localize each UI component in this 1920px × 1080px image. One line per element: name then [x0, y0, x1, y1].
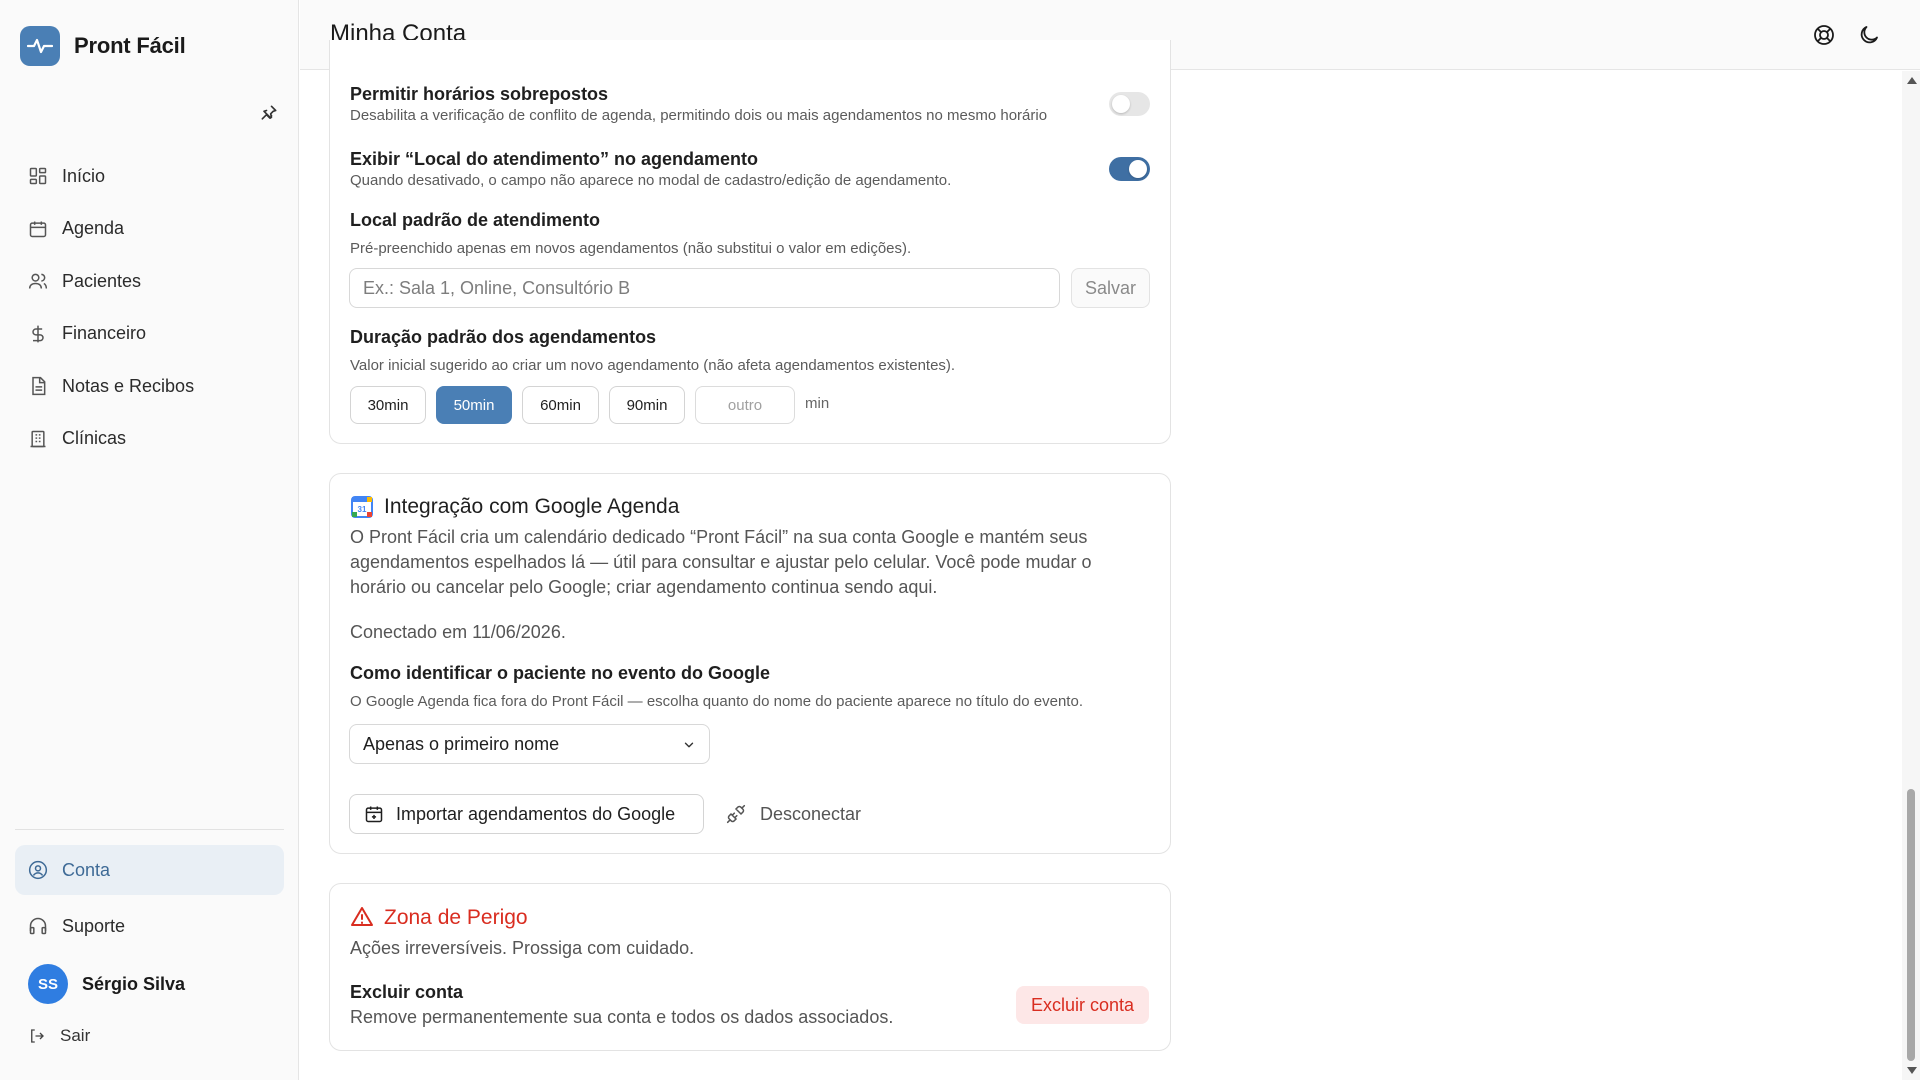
sidebar-divider: [15, 829, 284, 830]
toggle-knob: [1112, 95, 1130, 113]
unplug-icon: [726, 804, 746, 824]
user-profile[interactable]: SS Sérgio Silva: [28, 964, 185, 1004]
scroll-up-arrow-icon[interactable]: [1907, 77, 1917, 84]
sidebar-item-agenda[interactable]: Agenda: [15, 203, 284, 256]
toggle-knob: [1129, 160, 1147, 178]
google-description-line-2: agendamentos espelhados lá — útil para c…: [350, 552, 1092, 572]
sidebar-item-label: Clínicas: [62, 428, 127, 449]
headphones-icon: [29, 917, 47, 935]
delete-account-button[interactable]: Excluir conta: [1016, 986, 1149, 1024]
calendar-icon: [29, 221, 47, 237]
brand[interactable]: Pront Fácil: [20, 26, 186, 66]
show-location-setting-help: Quando desativado, o campo não aparece n…: [350, 172, 952, 189]
duration-custom-input[interactable]: outro: [695, 386, 795, 424]
main-scrollbar[interactable]: [1902, 71, 1920, 1080]
identify-patient-help: O Google Agenda fica fora do Pront Fácil…: [350, 693, 1083, 710]
logout-label: Sair: [60, 1026, 91, 1045]
duration-option-30min[interactable]: 30min: [350, 386, 426, 424]
show-location-setting-title: Exibir “Local do atendimento” no agendam…: [350, 149, 759, 169]
sidebar-item-label: Agenda: [62, 218, 125, 239]
sidebar-item-notas-e-recibos[interactable]: Notas e Recibos: [15, 360, 284, 413]
avatar: SS: [28, 964, 68, 1004]
sidebar-nav: Início Agenda Pacientes Financeiro Notas…: [15, 150, 284, 465]
chevron-down-icon: [684, 742, 694, 748]
logout-icon: [31, 1029, 44, 1043]
google-description-line-3: horário ou cancelar pelo Google; criar a…: [350, 577, 938, 597]
delete-account-help: Remove permanentemente sua conta e todos…: [350, 1007, 894, 1027]
sidebar-item-clinicas[interactable]: Clínicas: [15, 413, 284, 466]
disconnect-button[interactable]: Desconectar: [726, 794, 861, 834]
danger-zone-subtitle: Ações irreversíveis. Prossiga com cuidad…: [350, 938, 695, 958]
sidebar-item-financeiro[interactable]: Financeiro: [15, 308, 284, 361]
document-icon: [32, 377, 46, 396]
google-integration-title: Integração com Google Agenda: [384, 495, 680, 518]
danger-zone-title: Zona de Perigo: [384, 906, 528, 929]
warning-triangle-icon: [350, 905, 374, 929]
user-circle-icon: [28, 860, 48, 880]
grid-icon: [29, 168, 47, 185]
default-location-help: Pré-preenchido apenas em novos agendamen…: [350, 240, 912, 257]
select-value: Apenas o primeiro nome: [363, 733, 560, 754]
overlap-setting-title: Permitir horários sobrepostos: [350, 84, 609, 104]
sidebar-item-label: Financeiro: [62, 323, 147, 344]
help-lifebuoy-icon[interactable]: [1812, 23, 1836, 47]
default-location-title: Local padrão de atendimento: [350, 210, 601, 230]
google-connected-status: Conectado em 11/06/2026.: [350, 622, 566, 642]
import-google-button[interactable]: Importar agendamentos do Google: [349, 794, 704, 834]
scroll-down-arrow-icon[interactable]: [1907, 1067, 1917, 1074]
dark-mode-moon-icon[interactable]: [1857, 23, 1881, 47]
app-name: Pront Fácil: [74, 33, 186, 58]
dollar-icon: [32, 325, 44, 343]
duration-option-60min[interactable]: 60min: [522, 386, 599, 424]
sidebar-item-inicio[interactable]: Início: [15, 150, 284, 203]
svg-text:31: 31: [358, 505, 367, 514]
pulse-logo-icon: [20, 26, 60, 66]
pin-icon[interactable]: [259, 103, 279, 123]
sidebar: Pront Fácil Início Agenda Pacientes Fina…: [0, 0, 299, 1080]
default-duration-help: Valor inicial sugerido ao criar um novo …: [350, 357, 956, 374]
duration-option-50min[interactable]: 50min: [436, 386, 512, 424]
google-description-line-1: O Pront Fácil cria um calendário dedicad…: [350, 527, 1088, 547]
default-location-input[interactable]: [349, 268, 1060, 308]
google-calendar-icon: 31: [351, 496, 373, 518]
disconnect-label: Desconectar: [760, 803, 862, 824]
sidebar-item-label: Conta: [62, 859, 111, 880]
import-google-label: Importar agendamentos do Google: [396, 803, 676, 824]
user-name: Sérgio Silva: [82, 973, 186, 994]
users-icon: [28, 273, 48, 289]
default-duration-title: Duração padrão dos agendamentos: [350, 327, 657, 347]
sidebar-item-label: Suporte: [62, 915, 126, 936]
identify-patient-title: Como identificar o paciente no evento do…: [350, 663, 771, 683]
sidebar-item-label: Pacientes: [62, 270, 142, 291]
patient-name-format-select[interactable]: Apenas o primeiro nome: [349, 724, 710, 764]
logout-button[interactable]: Sair: [28, 1026, 90, 1046]
show-location-toggle[interactable]: [1109, 157, 1150, 181]
sidebar-item-conta[interactable]: Conta: [15, 845, 284, 895]
overlap-setting-help: Desabilita a verificação de conflito de …: [350, 107, 1048, 124]
save-location-button[interactable]: Salvar: [1071, 268, 1150, 308]
sidebar-item-pacientes[interactable]: Pacientes: [15, 255, 284, 308]
scrollbar-thumb[interactable]: [1907, 789, 1915, 1061]
sidebar-item-label: Notas e Recibos: [62, 375, 195, 396]
duration-option-90min[interactable]: 90min: [609, 386, 685, 424]
overlap-toggle[interactable]: [1109, 92, 1150, 116]
sidebar-item-suporte[interactable]: Suporte: [15, 901, 284, 951]
duration-unit-label: min: [805, 395, 830, 412]
delete-account-title: Excluir conta: [350, 982, 464, 1002]
building-icon: [30, 430, 46, 447]
calendar-plus-icon: [365, 806, 383, 823]
sidebar-item-label: Início: [62, 165, 106, 186]
